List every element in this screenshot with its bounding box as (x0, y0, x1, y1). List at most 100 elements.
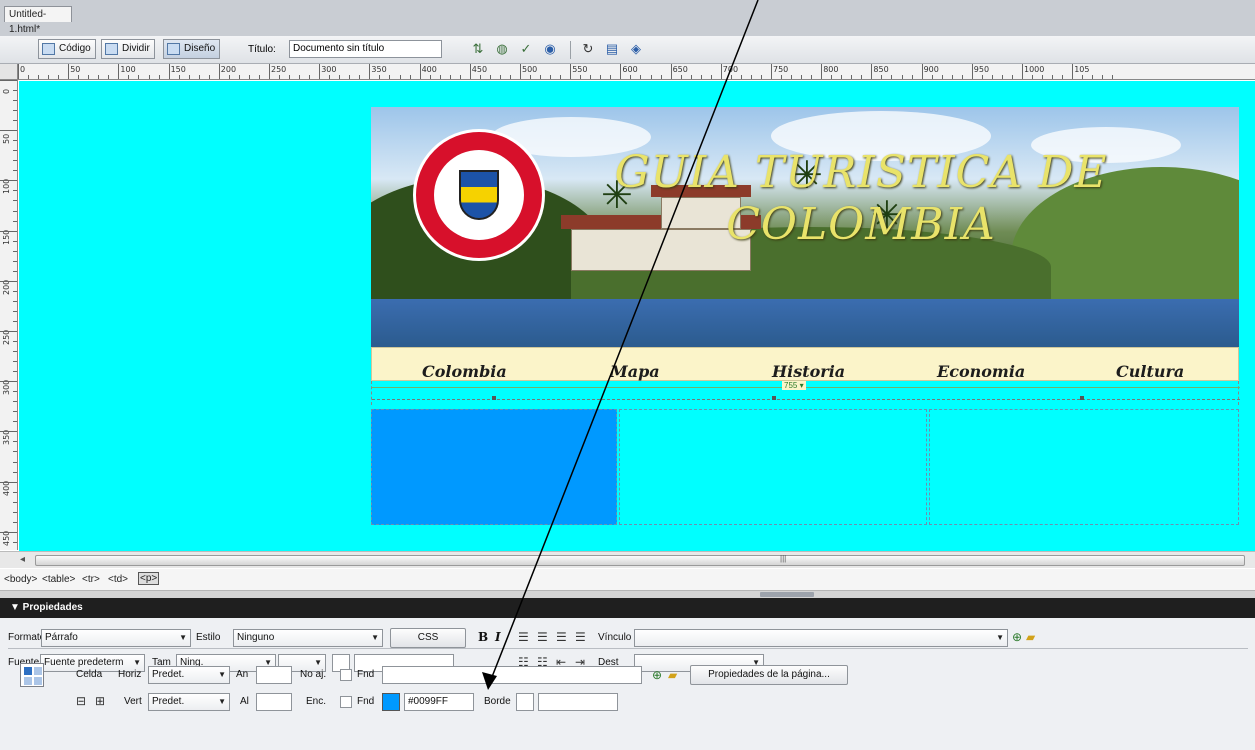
table-cell[interactable] (929, 409, 1239, 525)
ruler-top-minor-tick (289, 75, 291, 79)
refresh-icon[interactable]: ↻ (580, 42, 596, 56)
ruler-left-minor-tick (13, 150, 17, 152)
ruler-top-minor-tick (640, 75, 642, 79)
bg-color-swatch[interactable] (382, 693, 400, 711)
no-wrap-checkbox[interactable] (340, 669, 352, 681)
tag-table[interactable]: <table> (42, 574, 75, 585)
layout-table[interactable]: ✳ ✳ ✳ GUIA TURISTICA DE COLOMBIA Colombi… (371, 107, 1240, 525)
ruler-top-minor-tick (1082, 75, 1084, 79)
css-button[interactable]: CSS (390, 628, 466, 648)
properties-header[interactable]: ▼ Propiedades (0, 598, 1255, 618)
ruler-top-label: 600 (622, 65, 638, 74)
ruler-left-tick (0, 381, 17, 383)
ruler-top-minor-tick (600, 75, 602, 79)
column-marker[interactable] (1080, 396, 1084, 400)
ruler-top-minor-tick (228, 75, 230, 79)
ruler-top-label: 150 (170, 65, 186, 74)
file-management-icon[interactable]: ⇅ (470, 42, 486, 56)
table-width-label[interactable]: 755 ▾ (782, 381, 806, 390)
ruler-top-label: 200 (220, 65, 237, 74)
ruler-left-minor-tick (13, 391, 17, 393)
tag-td[interactable]: <td> (108, 574, 128, 585)
folder-icon[interactable]: ▰ (668, 668, 677, 682)
tag-tr[interactable]: <tr> (82, 574, 100, 585)
justify-icon[interactable]: ☰ (575, 630, 586, 644)
splitter-handle[interactable] (760, 592, 814, 597)
panel-splitter[interactable] (0, 591, 1255, 598)
ruler-top-minor-tick (1042, 75, 1044, 79)
border-color-swatch[interactable] (516, 693, 534, 711)
scrollbar-thumb[interactable] (35, 555, 1245, 566)
point-to-file-icon[interactable]: ⊕ (1012, 630, 1022, 644)
code-view-icon (42, 43, 55, 55)
code-view-button[interactable]: Código (38, 39, 96, 59)
ruler-top-minor-tick (680, 75, 682, 79)
chevron-down-icon: ▼ (996, 633, 1004, 642)
menu-item-mapa[interactable]: Mapa (610, 362, 660, 381)
merge-cells-icon[interactable]: ⊟ (76, 694, 86, 708)
column-marker[interactable] (772, 396, 776, 400)
table-cell-selected[interactable] (371, 409, 617, 525)
ruler-top-minor-tick (339, 75, 341, 79)
align-right-icon[interactable]: ☰ (556, 630, 567, 644)
menu-item-economia[interactable]: Economia (937, 362, 1025, 381)
design-view-button[interactable]: Diseño (163, 39, 221, 59)
ruler-top-minor-tick (138, 75, 140, 79)
ruler-top-label: 450 (471, 65, 488, 74)
ruler-top-minor-tick (1112, 75, 1114, 79)
bg-image-input[interactable] (382, 666, 642, 684)
horiz-align-select[interactable]: Predet. ▼ (148, 666, 230, 684)
document-tab[interactable]: Untitled-1.html* (4, 6, 72, 35)
cell-label: Celda (76, 669, 103, 680)
menu-row: Colombia Mapa Historia Economia Cultura (371, 347, 1239, 381)
ruler-top-label: 700 (722, 65, 739, 74)
vert-align-select[interactable]: Predet. ▼ (148, 693, 230, 711)
ruler-top-minor-tick (439, 75, 441, 79)
table-cell[interactable] (619, 409, 927, 525)
tag-selector-bar: <body> <table> <tr> <td> <p> (0, 569, 1255, 591)
link-input[interactable]: ▼ (634, 629, 1008, 647)
ruler-left-tick (0, 280, 17, 282)
browser-check-icon[interactable]: ◉ (542, 42, 558, 56)
scroll-left-arrow-icon[interactable]: ◂ (20, 554, 25, 565)
header-label: Enc. (306, 696, 327, 707)
bold-button[interactable]: B (478, 630, 488, 644)
ruler-left-minor-tick (13, 371, 17, 373)
view-options-icon[interactable]: ▤ (604, 42, 620, 56)
format-select[interactable]: Párrafo ▼ (41, 629, 191, 647)
menu-item-colombia[interactable]: Colombia (422, 362, 507, 381)
italic-button[interactable]: I (495, 630, 501, 644)
style-select[interactable]: Ninguno ▼ (233, 629, 383, 647)
align-center-icon[interactable]: ☰ (537, 630, 548, 644)
title-input[interactable]: Documento sin título (289, 40, 442, 58)
page-properties-button[interactable]: Propiedades de la página... (690, 665, 848, 685)
menu-item-cultura[interactable]: Cultura (1116, 362, 1184, 381)
design-canvas[interactable]: ✳ ✳ ✳ GUIA TURISTICA DE COLOMBIA Colombi… (19, 81, 1255, 551)
horizontal-scrollbar[interactable]: ◂ ||| (0, 551, 1255, 568)
folder-icon[interactable]: ▰ (1026, 630, 1035, 644)
header-checkbox[interactable] (340, 696, 352, 708)
ruler-top-label: 400 (421, 65, 437, 74)
height-input[interactable] (256, 693, 292, 711)
border-color-input[interactable] (538, 693, 618, 711)
chevron-down-icon: ▼ (133, 658, 141, 667)
split-cell-icon[interactable]: ⊞ (95, 694, 105, 708)
ruler-top-minor-tick (580, 75, 582, 79)
align-left-icon[interactable]: ☰ (518, 630, 529, 644)
shield-icon (459, 170, 499, 220)
bg-color-input[interactable]: #0099FF (404, 693, 474, 711)
point-to-file-icon[interactable]: ⊕ (652, 668, 662, 682)
width-input[interactable] (256, 666, 292, 684)
ruler-left-minor-tick (13, 411, 17, 413)
ruler-top-tick (218, 64, 220, 79)
validate-icon[interactable]: ✓ (518, 42, 534, 56)
preview-icon[interactable]: ◍ (494, 42, 510, 56)
tag-p[interactable]: <p> (138, 572, 160, 585)
visual-aids-icon[interactable]: ◈ (628, 42, 644, 56)
split-view-button[interactable]: Dividir (101, 39, 155, 59)
tag-body[interactable]: <body> (4, 574, 37, 585)
horiz-align-value: Predet. (152, 669, 185, 680)
table-width-guide: 755 ▾ (371, 381, 1240, 405)
menu-item-historia[interactable]: Historia (772, 362, 845, 381)
column-marker[interactable] (492, 396, 496, 400)
